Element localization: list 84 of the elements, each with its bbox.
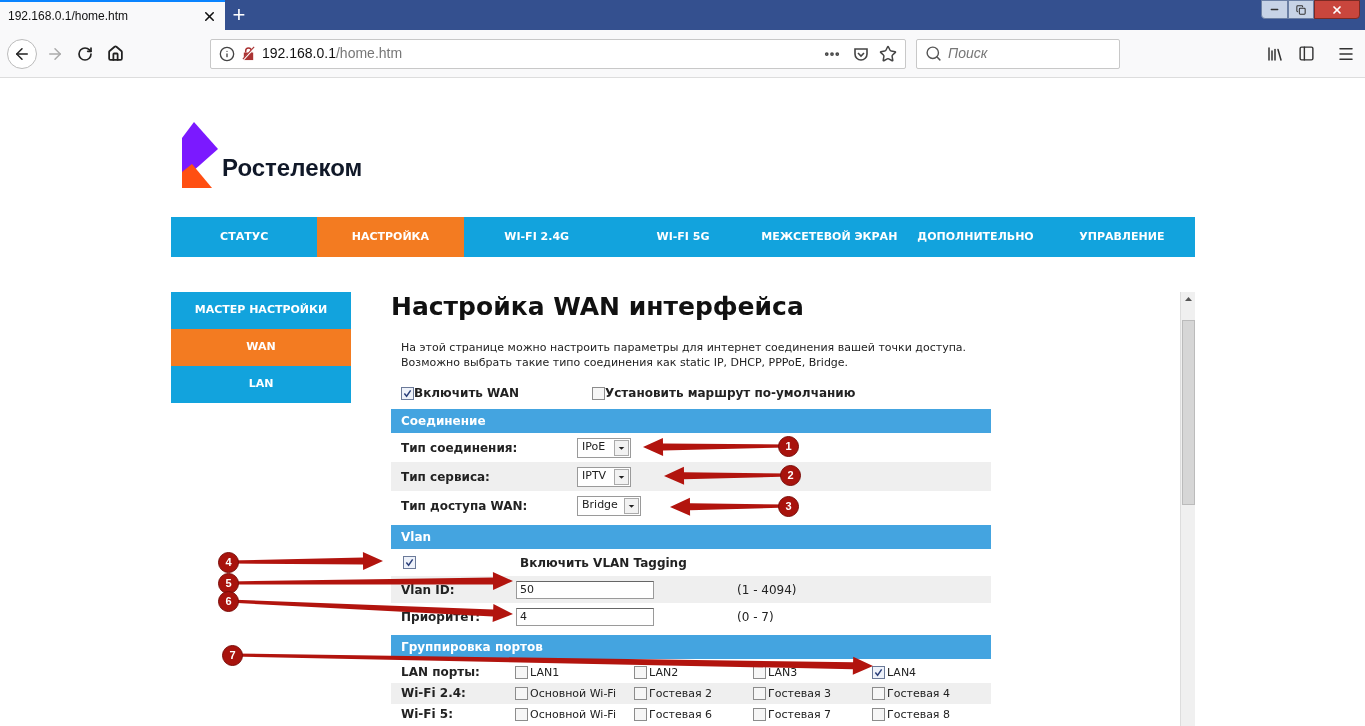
reload-icon <box>77 45 93 62</box>
dropdown[interactable]: IPoE <box>577 437 631 458</box>
field-label: Vlan ID: <box>401 581 456 599</box>
checkbox-label: Гостевая 2 <box>649 685 712 702</box>
checkbox[interactable] <box>515 708 529 722</box>
nav-tab[interactable]: НАСТРОЙКА <box>317 217 464 257</box>
range-hint: (1 - 4094) <box>737 581 797 599</box>
annotation-number: 6 <box>218 591 239 612</box>
browser-tab[interactable]: 192.168.0.1/home.htm <box>0 0 225 30</box>
address-bar[interactable]: 192.168.0.1/home.htm <box>210 38 906 69</box>
section-header: Группировка портов <box>391 635 991 659</box>
checkbox-label: Гостевая 8 <box>887 706 950 723</box>
checkbox-label: Установить маршрут по-умолчанию <box>605 385 856 402</box>
restore-icon <box>1296 4 1306 15</box>
checkbox[interactable] <box>872 687 885 701</box>
restore-button[interactable] <box>1288 0 1314 19</box>
checkbox-label: LAN3 <box>768 664 798 681</box>
input-field[interactable]: 50 <box>516 580 654 599</box>
back-button[interactable] <box>7 38 37 69</box>
section-header: Vlan <box>391 525 991 549</box>
checkbox[interactable] <box>634 666 647 680</box>
logo-text: Ростелеком <box>222 153 363 183</box>
library-icon[interactable] <box>1266 44 1284 63</box>
description-text: На этой странице можно настроить параметры для интернет соединения вашей точки доступа. Возможно выбрать такие типо соединения как static IP, DHCP, PPPoE, Bridge. <box>400 340 968 370</box>
caret-icon <box>614 468 629 485</box>
search-icon <box>925 45 942 62</box>
search-field[interactable]: Поиск <box>916 38 1120 69</box>
checkbox[interactable] <box>515 687 529 701</box>
info-icon[interactable] <box>219 45 235 62</box>
field-label: Приоритет: <box>401 608 482 626</box>
checkbox[interactable] <box>753 687 766 701</box>
page-title: Настройка WAN интерфейса <box>391 292 805 322</box>
checkbox-label: Гостевая 6 <box>649 706 712 723</box>
checkbox-label: Гостевая 7 <box>768 706 831 723</box>
checkbox-label: Включить WAN <box>414 385 520 402</box>
checkbox[interactable] <box>634 708 647 722</box>
sidebar-icon[interactable] <box>1298 45 1315 62</box>
checkbox-label: Основной Wi-Fi <box>530 685 616 702</box>
checkbox[interactable] <box>515 666 529 680</box>
checkbox[interactable] <box>634 687 647 701</box>
sidebar-item[interactable]: WAN <box>171 329 351 366</box>
logo-icon <box>182 122 218 188</box>
input-field[interactable]: 4 <box>516 607 654 626</box>
checkbox-label: LAN4 <box>887 664 917 681</box>
dropdown[interactable]: Bridge <box>577 495 641 516</box>
checkbox-label: Гостевая 3 <box>768 685 831 702</box>
dropdown[interactable]: IPTV <box>577 466 631 487</box>
close-window-button[interactable] <box>1314 0 1360 19</box>
field-label: Тип соединения: <box>401 439 519 457</box>
checkbox[interactable] <box>403 556 416 569</box>
close-icon <box>1331 3 1343 16</box>
search-input[interactable]: Поиск <box>948 43 1111 64</box>
field-label: Тип сервиса: <box>401 468 491 486</box>
checkbox[interactable] <box>592 386 605 400</box>
annotation-number: 7 <box>222 645 243 666</box>
scrollbar[interactable] <box>1180 292 1195 726</box>
checkbox[interactable] <box>401 386 414 400</box>
caret-icon <box>614 439 629 456</box>
field-label: LAN порты: <box>401 664 481 681</box>
checkbox-label: Основной Wi-Fi <box>530 706 616 723</box>
bookmark-star-icon[interactable] <box>879 44 897 63</box>
range-hint: (0 - 7) <box>737 608 774 626</box>
field-label: Тип доступа WAN: <box>401 497 529 515</box>
sidebar-item[interactable]: LAN <box>171 366 351 403</box>
insecure-lock-icon <box>241 46 256 61</box>
checkbox-label: Включить VLAN Tagging <box>520 554 687 572</box>
field-label: Wi-Fi 2.4: <box>401 685 467 702</box>
pocket-icon[interactable] <box>853 45 869 62</box>
annotation-number: 4 <box>218 552 239 573</box>
caret-icon <box>623 497 639 514</box>
checkbox-label: LAN1 <box>530 664 560 681</box>
checkbox-label: Гостевая 4 <box>887 685 950 702</box>
sidebar-item[interactable]: МАСТЕР НАСТРОЙКИ <box>171 292 351 329</box>
url-text: 192.168.0.1/home.htm <box>262 44 404 63</box>
field-label: Wi-Fi 5: <box>401 706 454 723</box>
checkbox[interactable] <box>753 708 766 722</box>
home-icon <box>106 45 124 62</box>
new-tab-button[interactable]: + <box>225 0 253 30</box>
checkbox[interactable] <box>872 666 885 680</box>
checkbox-label: LAN2 <box>649 664 679 681</box>
checkbox[interactable] <box>872 708 885 722</box>
section-header: Соединение <box>391 409 991 433</box>
minimize-button[interactable] <box>1261 0 1288 19</box>
annotation-number: 5 <box>218 573 239 594</box>
